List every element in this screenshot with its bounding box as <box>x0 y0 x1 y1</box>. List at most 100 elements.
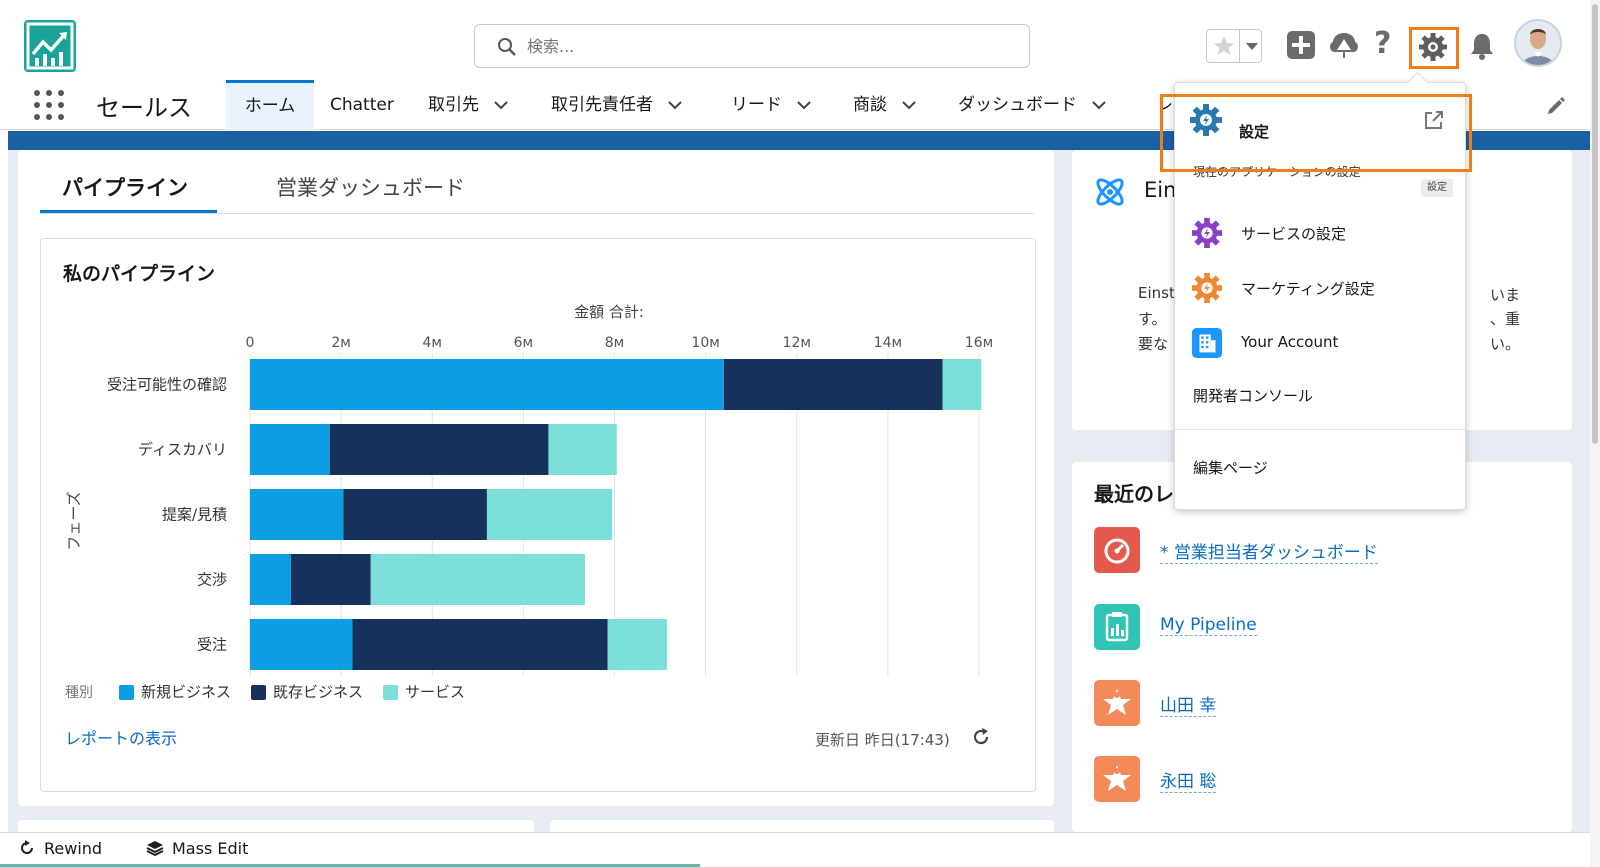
global-search[interactable] <box>474 24 1030 68</box>
lead-icon <box>1094 680 1140 726</box>
user-avatar[interactable] <box>1514 19 1562 67</box>
legend-title: 種別 <box>65 685 93 701</box>
nav-tab-label: ホーム <box>244 96 296 116</box>
nav-tab-label: 取引先責任者 <box>551 95 653 115</box>
search-icon <box>498 38 516 56</box>
x-axis-title: 金額 合計: <box>574 303 644 321</box>
category-label: 受注可能性の確認 <box>107 376 227 394</box>
global-header: ? <box>0 0 1600 80</box>
chevron-down-icon[interactable] <box>667 100 683 110</box>
service-setup-icon <box>1191 217 1223 249</box>
bar-segment <box>607 619 667 670</box>
marketing-setup-icon <box>1191 272 1223 304</box>
favorites-menu-icon[interactable] <box>1243 33 1261 59</box>
trailhead-icon[interactable] <box>1328 30 1360 60</box>
recent-item[interactable]: 永田 聡 <box>1094 756 1554 802</box>
recent-item[interactable]: 山田 幸 <box>1094 680 1554 726</box>
x-tick-label: 8м <box>605 335 624 351</box>
recent-item-link[interactable]: 永田 聡 <box>1160 767 1217 793</box>
nav-tab-dashboards[interactable]: ダッシュボード <box>958 80 1107 130</box>
recent-item[interactable]: * 営業担当者ダッシュボード <box>1094 527 1554 573</box>
bar-segment <box>942 359 982 410</box>
x-tick-label: 12м <box>783 335 811 351</box>
nav-tab-opportunities[interactable]: 商談 <box>853 80 917 130</box>
help-icon[interactable]: ? <box>1374 26 1391 61</box>
menu-item-marketing-setup[interactable]: マーケティング設定 <box>1175 266 1465 310</box>
tab-pipeline[interactable]: パイプライン <box>62 172 188 202</box>
recent-records-title: 最近のレ <box>1094 482 1174 506</box>
global-create-icon[interactable] <box>1286 30 1316 60</box>
app-logo[interactable] <box>24 20 76 72</box>
nav-tab-contacts[interactable]: 取引先責任者 <box>551 80 683 130</box>
recent-item-link[interactable]: My Pipeline <box>1160 615 1257 636</box>
einstein-text-left: Einst <box>1138 284 1175 302</box>
utility-label: Mass Edit <box>172 839 249 858</box>
y-axis-title: フェーズ <box>65 491 83 550</box>
bar-segment <box>250 619 353 670</box>
legend-entry: サービス <box>405 683 465 701</box>
einstein-text-right: いま <box>1490 286 1521 304</box>
dashboard-icon <box>1094 527 1140 573</box>
bar-segment <box>548 424 617 475</box>
menu-item-edit-page[interactable]: 編集ページ <box>1175 445 1465 489</box>
nav-tab-leads[interactable]: リード <box>731 80 812 130</box>
utility-label: Rewind <box>44 839 103 858</box>
app-launcher-icon[interactable] <box>34 90 66 122</box>
einstein-text-left: 要な <box>1138 335 1169 353</box>
einstein-text-right: い。 <box>1490 335 1521 353</box>
nav-tab-label: 商談 <box>853 95 887 115</box>
account-icon <box>1191 327 1223 359</box>
view-report-link[interactable]: レポートの表示 <box>65 725 177 749</box>
rewind-icon <box>21 840 33 854</box>
search-input[interactable] <box>527 33 1007 59</box>
chevron-down-icon[interactable] <box>796 100 812 110</box>
bar-segment <box>343 489 487 540</box>
bar-segment <box>250 489 344 540</box>
setup-highlight-box <box>1409 27 1459 69</box>
setup-item-highlight-box <box>1160 94 1472 172</box>
nav-tab-home[interactable]: ホーム <box>226 80 314 130</box>
tabs-divider <box>40 213 1034 214</box>
report-icon <box>1094 604 1140 650</box>
legend-swatch <box>251 685 266 700</box>
bar-segment <box>352 619 608 670</box>
utility-rewind[interactable]: Rewind <box>18 839 102 858</box>
menu-item-your-account[interactable]: Your Account <box>1175 321 1465 365</box>
category-label: 交渉 <box>197 571 227 589</box>
nav-tab-chatter[interactable]: Chatter <box>330 80 394 130</box>
edit-nav-pencil-icon[interactable] <box>1546 96 1566 116</box>
einstein-atom-icon <box>1096 178 1124 206</box>
scrollbar-thumb[interactable] <box>1592 4 1598 444</box>
chevron-down-icon[interactable] <box>493 100 509 110</box>
chevron-down-icon[interactable] <box>1091 100 1107 110</box>
x-tick-label: 2м <box>331 335 350 351</box>
page-scrollbar[interactable] <box>1590 0 1600 867</box>
x-tick-label: 0 <box>246 335 255 351</box>
layers-icon <box>146 841 164 857</box>
bar-segment <box>486 489 613 540</box>
nav-tab-accounts[interactable]: 取引先 <box>428 80 509 130</box>
recent-item[interactable]: My Pipeline <box>1094 604 1554 650</box>
legend-entry: 既存ビジネス <box>273 683 363 701</box>
utility-mass-edit[interactable]: Mass Edit <box>146 839 248 858</box>
category-label: 受注 <box>197 636 227 654</box>
nav-tab-label: 取引先 <box>428 95 479 115</box>
menu-item-service-setup[interactable]: サービスの設定 <box>1175 211 1465 255</box>
recent-item-link[interactable]: * 営業担当者ダッシュボード <box>1160 538 1378 564</box>
menu-item-label: サービスの設定 <box>1241 225 1347 243</box>
chevron-down-icon[interactable] <box>901 100 917 110</box>
tab-sales-dashboard[interactable]: 営業ダッシュボード <box>276 172 465 202</box>
menu-item-developer-console[interactable]: 開発者コンソール <box>1175 373 1465 417</box>
einstein-text-left: す。 <box>1138 310 1167 328</box>
favorite-star-icon[interactable] <box>1211 33 1237 59</box>
bar-segment <box>250 359 724 410</box>
legend-entry: 新規ビジネス <box>141 683 231 701</box>
category-label: 提案/見積 <box>162 506 227 524</box>
legend-swatch <box>119 685 134 700</box>
menu-item-label: 開発者コンソール <box>1193 387 1314 405</box>
recent-item-link[interactable]: 山田 幸 <box>1160 691 1217 717</box>
setup-tooltip: 設定 <box>1421 179 1453 197</box>
einstein-title: Ein <box>1144 178 1177 202</box>
notifications-bell-icon[interactable] <box>1468 31 1496 61</box>
refresh-icon[interactable] <box>971 727 991 747</box>
